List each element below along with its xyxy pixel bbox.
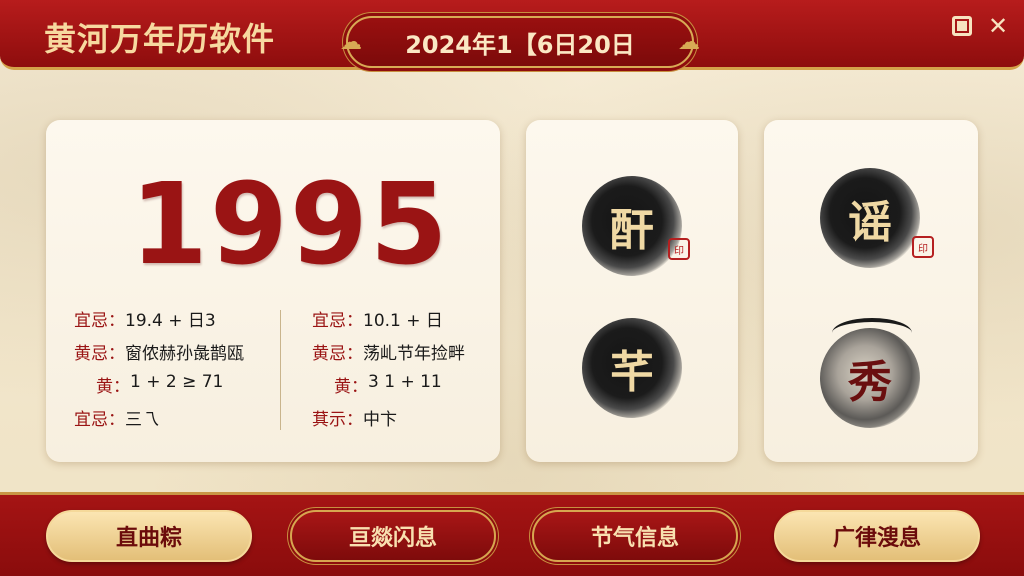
nav-button-2[interactable]: 亘燚闪息: [290, 510, 496, 562]
info-value: 中卞: [363, 410, 397, 430]
calligraphy-char: 酐: [610, 205, 654, 256]
calligraphy-card-1[interactable]: 酐 印 芊: [526, 120, 738, 462]
info-column-left: 宜忌： 19.4 + 日3 黄忌： 窗侬赫孙彘鹊瓯 黄： 1 + 2 ≥ 71 …: [74, 306, 244, 438]
seal-text: 印: [674, 245, 684, 257]
app-title: 黄河万年历软件: [44, 20, 276, 58]
calligraphy-char: 芊: [610, 347, 654, 398]
info-row: 宜忌： 10.1 + 日: [312, 306, 465, 339]
info-label: 黄忌：: [74, 344, 125, 364]
year-display: 1995: [130, 160, 450, 290]
seal-text: 印: [918, 243, 928, 255]
restore-icon: [952, 16, 972, 36]
nav-button-4[interactable]: 广律溲息: [774, 510, 980, 562]
close-window-button[interactable]: ✕: [986, 14, 1010, 38]
info-row: 宜忌： 三乁: [74, 405, 244, 438]
info-row: 黄： 1 + 2 ≥ 71: [74, 372, 244, 405]
current-date-text: 2024年1【6日20日: [405, 30, 635, 59]
info-value: 19.4 + 日3: [125, 311, 216, 331]
info-value: 1 + 2 ≥ 71: [130, 372, 224, 392]
info-value: 荡乢节年捡畔: [363, 344, 465, 364]
ink-circle-bottom: 秀: [820, 328, 920, 428]
nav-button-1[interactable]: 直曲粽: [46, 510, 252, 562]
info-value: 窗侬赫孙彘鹊瓯: [125, 344, 244, 364]
info-column-right: 宜忌： 10.1 + 日 黄忌： 荡乢节年捡畔 黄： 3 1 + 11 萁示： …: [312, 306, 465, 438]
cloud-ornament-left-icon: ☁: [340, 30, 362, 55]
info-label: 宜忌：: [74, 410, 125, 430]
ink-circle-top: 谣: [820, 168, 920, 268]
current-date-display[interactable]: ☁ 2024年1【6日20日 ☁: [340, 16, 700, 68]
ink-circle-bottom: 芊: [582, 318, 682, 418]
calligraphy-card-2[interactable]: 谣 印 秀: [764, 120, 978, 462]
info-label: 黄：: [96, 377, 130, 397]
info-row: 黄忌： 窗侬赫孙彘鹊瓯: [74, 339, 244, 372]
close-icon: ✕: [987, 12, 1009, 40]
column-divider: [280, 310, 281, 430]
info-label: 宜忌：: [312, 311, 363, 331]
info-label: 宜忌：: [74, 311, 125, 331]
info-row: 宜忌： 19.4 + 日3: [74, 306, 244, 339]
info-label: 黄忌：: [312, 344, 363, 364]
year-info-card: 1995 宜忌： 19.4 + 日3 黄忌： 窗侬赫孙彘鹊瓯 黄： 1 + 2 …: [46, 120, 500, 462]
info-value: 3 1 + 11: [368, 372, 442, 392]
info-row: 黄： 3 1 + 11: [312, 372, 465, 405]
info-value: 10.1 + 日: [363, 311, 443, 331]
title-bar: 黄河万年历软件 ☁ 2024年1【6日20日 ☁ ✕: [0, 0, 1024, 70]
restore-window-button[interactable]: [950, 14, 974, 38]
red-seal-icon: 印: [668, 238, 690, 260]
info-value: 三乁: [125, 410, 159, 430]
nav-button-solar-terms[interactable]: 节气信息: [532, 510, 738, 562]
calligraphy-char: 秀: [848, 357, 892, 408]
calligraphy-char: 谣: [848, 197, 892, 248]
cloud-ornament-right-icon: ☁: [678, 30, 700, 55]
info-label: 萁示：: [312, 410, 363, 430]
info-label: 黄：: [334, 377, 368, 397]
info-row: 萁示： 中卞: [312, 405, 465, 438]
red-seal-icon: 印: [912, 236, 934, 258]
ink-circle-top: 酐: [582, 176, 682, 276]
info-row: 黄忌： 荡乢节年捡畔: [312, 339, 465, 372]
